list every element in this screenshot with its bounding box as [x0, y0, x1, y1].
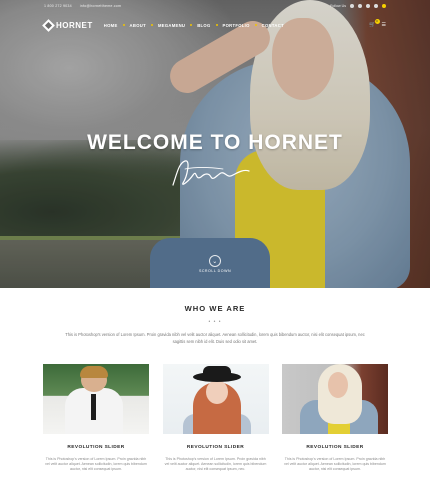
phone-number[interactable]: 1 800 272 9034: [44, 4, 72, 8]
scroll-down[interactable]: ⌄ SCROLL DOWN: [0, 255, 430, 273]
card-title[interactable]: REVOLUTION SLIDER: [163, 445, 269, 450]
search-icon[interactable]: [382, 4, 386, 8]
feature-card: REVOLUTION SLIDER This is Photoshop's ve…: [162, 364, 269, 473]
logo[interactable]: HORNET: [42, 18, 93, 32]
nav-item-portfolio[interactable]: PORTFOLIO: [223, 23, 257, 28]
main-navigation: HORNET HOME ABOUT MEGAMENU BLOG PORTFOLI…: [0, 14, 430, 36]
card-text: This is Photoshop's version of Lorem Ips…: [164, 457, 267, 472]
title-divider: • • •: [208, 319, 222, 325]
cart-badge: 0: [374, 19, 380, 24]
section-intro: This is Photoshop's version of Lorem Ips…: [65, 332, 365, 344]
section-title: WHO WE ARE: [184, 304, 246, 313]
nav-item-blog[interactable]: BLOG: [197, 23, 218, 28]
signature-icon: [172, 160, 250, 186]
separator-dot: [254, 24, 257, 26]
pinterest-icon[interactable]: [374, 4, 378, 8]
social-bar: Follow Us: [330, 4, 386, 8]
logo-icon: [42, 18, 55, 32]
card-image[interactable]: [282, 364, 388, 434]
nav-tools: 🛒 0 ☰: [369, 19, 386, 28]
scroll-down-label: SCROLL DOWN: [198, 269, 232, 273]
email-address[interactable]: info@hornettheme.com: [80, 4, 121, 8]
twitter-icon[interactable]: [358, 4, 362, 8]
card-text: This is Photoshop's version of Lorem Ips…: [45, 457, 147, 472]
separator-dot: [150, 24, 153, 26]
top-bar: 1 800 272 9034 info@hornettheme.com Foll…: [0, 0, 430, 12]
chevron-down-icon: ⌄: [209, 255, 221, 267]
nav-item-contact[interactable]: CONTACT: [262, 23, 284, 28]
hero-title: WELCOME TO HORNET: [87, 131, 343, 154]
cart-icon[interactable]: 🛒 0: [369, 19, 380, 28]
feature-card: REVOLUTION SLIDER This is Photoshop's ve…: [43, 364, 149, 473]
nav-item-megamenu[interactable]: MEGAMENU: [158, 23, 193, 28]
logo-text: HORNET: [56, 20, 93, 30]
card-title[interactable]: REVOLUTION SLIDER: [282, 445, 388, 450]
follow-label: Follow Us: [330, 4, 346, 8]
feature-cards: REVOLUTION SLIDER This is Photoshop's ve…: [43, 364, 388, 473]
separator-dot: [190, 24, 193, 26]
who-we-are-section: WHO WE ARE • • • This is Photoshop's ver…: [0, 288, 430, 492]
menu-icon[interactable]: ☰: [382, 22, 386, 28]
card-text: This is Photoshop's version of Lorem Ips…: [284, 457, 386, 472]
nav-menu: HOME ABOUT MEGAMENU BLOG PORTFOLIO CONTA…: [104, 23, 284, 28]
feature-card: REVOLUTION SLIDER This is Photoshop's ve…: [282, 364, 388, 473]
nav-item-about[interactable]: ABOUT: [130, 23, 153, 28]
separator-dot: [122, 24, 125, 26]
card-title[interactable]: REVOLUTION SLIDER: [43, 445, 149, 450]
facebook-icon[interactable]: [350, 4, 354, 8]
card-image[interactable]: [162, 364, 269, 434]
google-plus-icon[interactable]: [366, 4, 370, 8]
card-image[interactable]: [43, 364, 149, 434]
hero-section: 1 800 272 9034 info@hornettheme.com Foll…: [0, 0, 430, 288]
separator-dot: [215, 24, 218, 26]
nav-item-home[interactable]: HOME: [104, 23, 125, 28]
contact-info: 1 800 272 9034 info@hornettheme.com: [44, 4, 121, 8]
